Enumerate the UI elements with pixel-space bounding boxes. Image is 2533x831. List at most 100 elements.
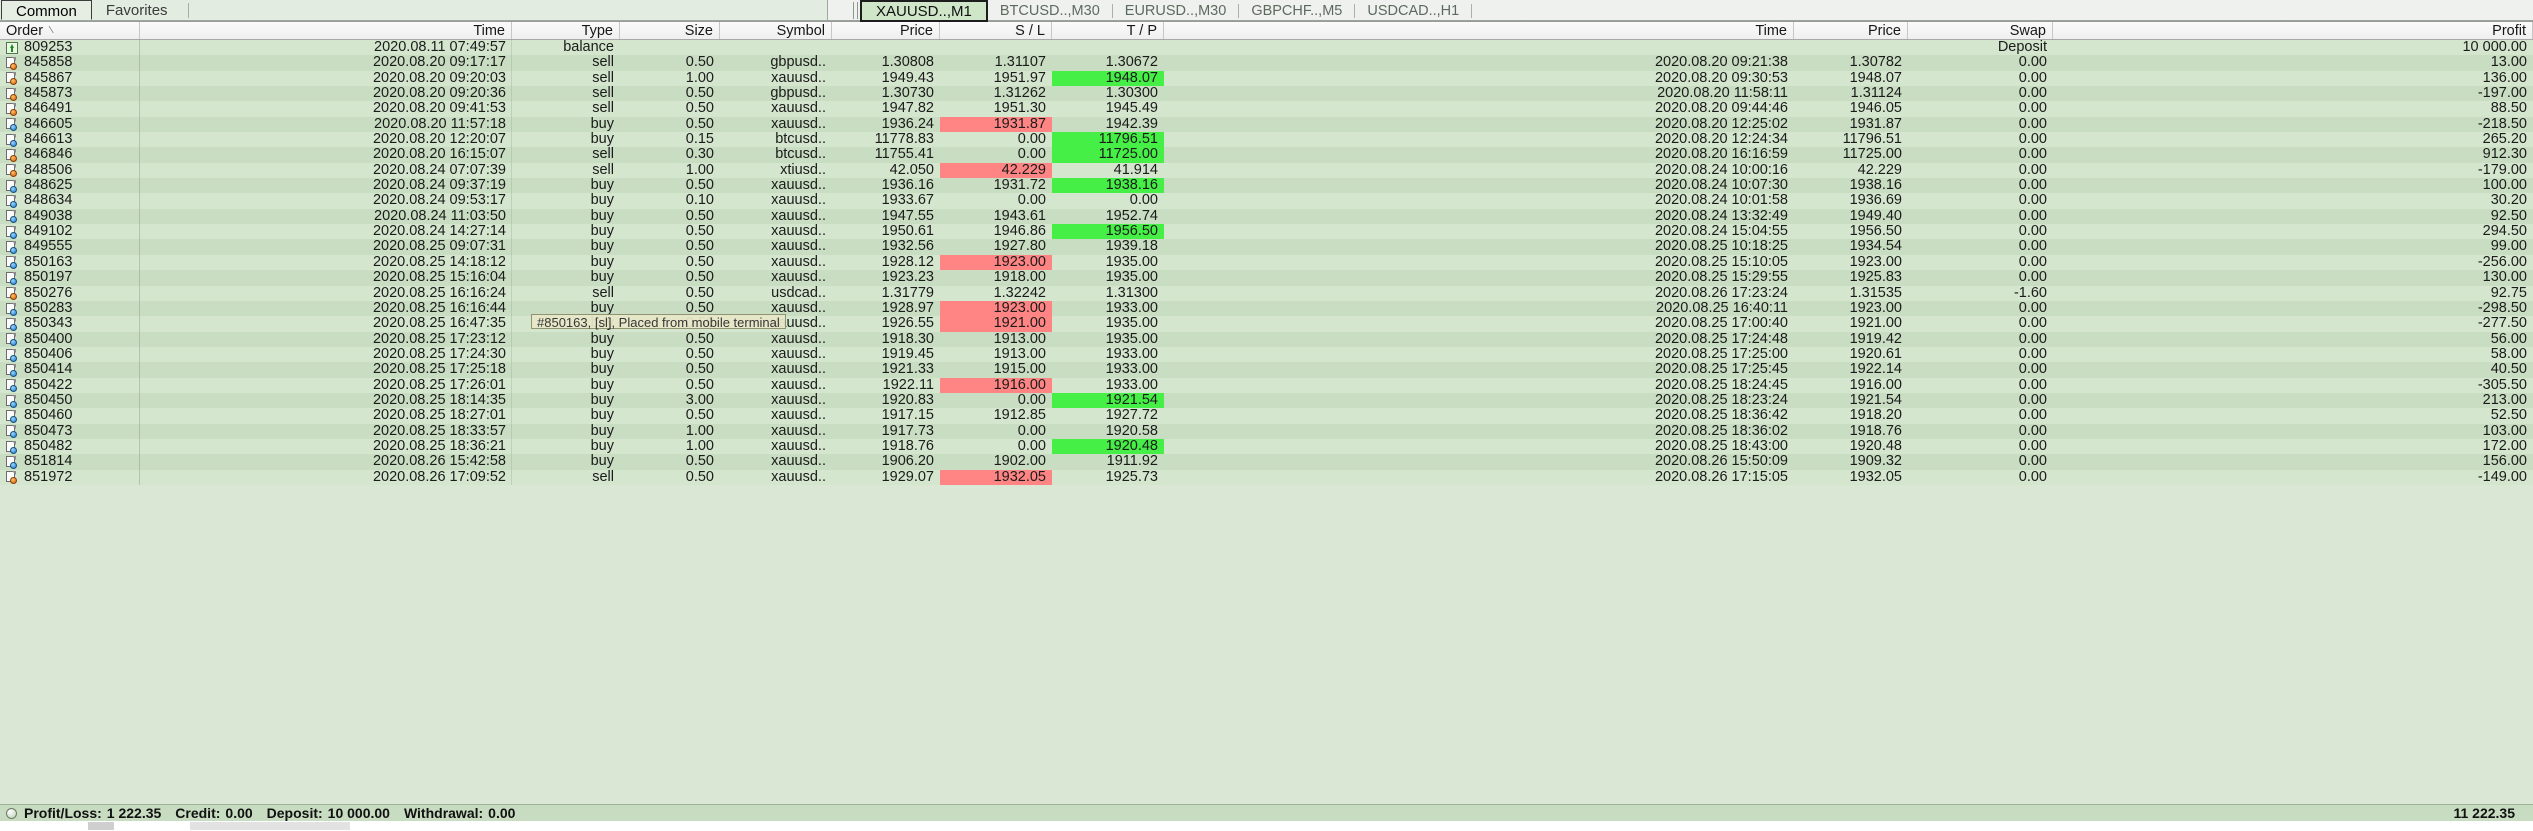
cell-profit: -305.50 [2053,378,2533,393]
column-header-swap[interactable]: Swap [1908,22,2053,39]
table-row[interactable]: 8504222020.08.25 17:26:01buy0.50xauusd..… [0,378,2533,393]
table-row[interactable]: 8504002020.08.25 17:23:12buy0.50xauusd..… [0,332,2533,347]
table-row[interactable]: 8495552020.08.25 09:07:31buy0.50xauusd..… [0,239,2533,254]
cell-time1: 2020.08.25 17:25:18 [140,362,512,377]
column-header-time2-label: Time [1755,23,1787,39]
chart-tab-gbpchf-m5[interactable]: GBPCHF..,M5 [1239,1,1354,21]
table-row[interactable]: 8504062020.08.25 17:24:30buy0.50xauusd..… [0,347,2533,362]
cell-type-value: buy [591,408,614,423]
cell-swap: 0.00 [1908,424,2053,439]
cell-price1: 1928.12 [832,255,940,270]
table-row[interactable]: 8504142020.08.25 17:25:18buy0.50xauusd..… [0,362,2533,377]
tab-common[interactable]: Common [1,0,92,20]
cell-time2-value: 2020.08.20 09:30:53 [1655,71,1788,86]
table-row[interactable]: 8518142020.08.26 15:42:58buy0.50xauusd..… [0,454,2533,469]
chart-tab-usdcad-h1[interactable]: USDCAD..,H1 [1355,1,1471,21]
column-header-sl[interactable]: S / L [940,22,1052,39]
cell-price1-value: 1.30730 [882,86,934,101]
table-row[interactable]: 8502762020.08.25 16:16:24sell0.50usdcad.… [0,286,2533,301]
table-row[interactable]: 8466052020.08.20 11:57:18buy0.50xauusd..… [0,117,2533,132]
column-header-tp[interactable]: T / P [1052,22,1164,39]
cell-order: 845873 [0,86,140,101]
cell-symbol-value: xauusd.. [771,117,826,132]
column-header-price1[interactable]: Price [832,22,940,39]
cell-price2: 1.30782 [1794,55,1908,70]
table-row[interactable]: 8490382020.08.24 11:03:50buy0.50xauusd..… [0,209,2533,224]
table-row[interactable]: 8504502020.08.25 18:14:35buy3.00xauusd..… [0,393,2533,408]
cell-time2: 2020.08.26 15:50:09 [1164,454,1794,469]
column-header-profit[interactable]: Profit [2053,22,2533,39]
chart-tab-xauusd-m1[interactable]: XAUUSD..,M1 [860,0,988,22]
cell-sl: 1921.00 [940,316,1052,331]
cell-symbol-value: xauusd.. [771,178,826,193]
cell-tp-value: 1933.00 [1106,362,1158,377]
table-row[interactable]: 8092532020.08.11 07:49:57balanceDeposit1… [0,40,2533,55]
table-row[interactable]: 8466132020.08.20 12:20:07buy0.15btcusd..… [0,132,2533,147]
cell-sl-value: 0.00 [1018,132,1046,147]
table-row[interactable]: 8501632020.08.25 14:18:12buy0.50xauusd..… [0,255,2533,270]
table-row[interactable]: 8486342020.08.24 09:53:17buy0.10xauusd..… [0,193,2533,208]
cell-swap: 0.00 [1908,347,2053,362]
cell-symbol: btcusd.. [720,147,832,162]
table-row[interactable]: 8458672020.08.20 09:20:03sell1.00xauusd.… [0,71,2533,86]
table-row[interactable]: 8502832020.08.25 16:16:44buy0.50xauusd..… [0,301,2533,316]
column-header-time2[interactable]: Time [1164,22,1794,39]
cell-size: 0.50 [620,408,720,423]
cell-size: 0.30 [620,147,720,162]
cell-size-value: 0.30 [686,147,714,162]
table-row[interactable]: 8504602020.08.25 18:27:01buy0.50xauusd..… [0,408,2533,423]
cell-time2-value: 2020.08.24 10:07:30 [1655,178,1788,193]
table-row[interactable]: 8519722020.08.26 17:09:52sell0.50xauusd.… [0,470,2533,485]
cell-profit-value: -218.50 [2478,117,2527,132]
cell-sl-value: 1912.85 [994,408,1046,423]
cell-time1-value: 2020.08.20 09:17:17 [373,55,506,70]
table-row[interactable]: 8464912020.08.20 09:41:53sell0.50xauusd.… [0,101,2533,116]
table-row[interactable]: 8485062020.08.24 07:07:39sell1.00xtiusd.… [0,163,2533,178]
table-row[interactable]: 8504822020.08.25 18:36:21buy1.00xauusd..… [0,439,2533,454]
table-row[interactable]: 8486252020.08.24 09:37:19buy0.50xauusd..… [0,178,2533,193]
table-row[interactable]: 8504732020.08.25 18:33:57buy1.00xauusd..… [0,424,2533,439]
cell-symbol: xtiusd.. [720,163,832,178]
table-row[interactable]: 8458732020.08.20 09:20:36sell0.50gbpusd.… [0,86,2533,101]
cell-sl: 1931.87 [940,117,1052,132]
history-table-body[interactable]: 8092532020.08.11 07:49:57balanceDeposit1… [0,40,2533,804]
cell-symbol: xauusd.. [720,424,832,439]
cell-tp-value: 1952.74 [1106,209,1158,224]
buy-order-icon [6,210,17,222]
cell-time2: 2020.08.25 15:29:55 [1164,270,1794,285]
column-header-symbol[interactable]: Symbol [720,22,832,39]
cell-symbol-value: xauusd.. [771,255,826,270]
sell-order-icon [6,471,17,483]
column-header-size[interactable]: Size [620,22,720,39]
order-number: 809253 [24,40,72,55]
column-header-time1[interactable]: Time [140,22,512,39]
cell-sl: 0.00 [940,424,1052,439]
sell-order-icon [6,57,17,69]
column-header-order[interactable]: Order⁄ [0,22,140,39]
cell-time1-value: 2020.08.24 07:07:39 [373,163,506,178]
table-row[interactable]: 8458582020.08.20 09:17:17sell0.50gbpusd.… [0,55,2533,70]
cell-profit: 172.00 [2053,439,2533,454]
cell-sl: 0.00 [940,132,1052,147]
cell-type: buy [512,117,620,132]
column-header-type[interactable]: Type [512,22,620,39]
cell-time1: 2020.08.24 14:27:14 [140,224,512,239]
table-row[interactable]: 8501972020.08.25 15:16:04buy0.50xauusd..… [0,270,2533,285]
table-row[interactable]: 8468462020.08.20 16:15:07sell0.30btcusd.… [0,147,2533,162]
table-row[interactable]: 8503432020.08.25 16:47:35buy0.50xauusd..… [0,316,2533,331]
cell-type-value: sell [592,86,614,101]
cell-price2-value: 1.31124 [1851,86,1902,101]
cell-size: 0.50 [620,101,720,116]
cell-price1: 1917.73 [832,424,940,439]
cell-order: 850400 [0,332,140,347]
column-header-price2[interactable]: Price [1794,22,1908,39]
tab-favorites[interactable]: Favorites [92,0,182,20]
chart-tab-btcusd-m30[interactable]: BTCUSD..,M30 [988,1,1112,21]
cell-swap: 0.00 [1908,239,2053,254]
table-row[interactable]: 8491022020.08.24 14:27:14buy0.50xauusd..… [0,224,2533,239]
chart-tab-eurusd-m30[interactable]: EURUSD..,M30 [1113,1,1239,21]
cell-symbol: xauusd.. [720,193,832,208]
cell-price1-value: 1918.76 [882,439,934,454]
sell-order-icon [6,103,17,115]
tab-grip-handle[interactable] [853,2,858,19]
